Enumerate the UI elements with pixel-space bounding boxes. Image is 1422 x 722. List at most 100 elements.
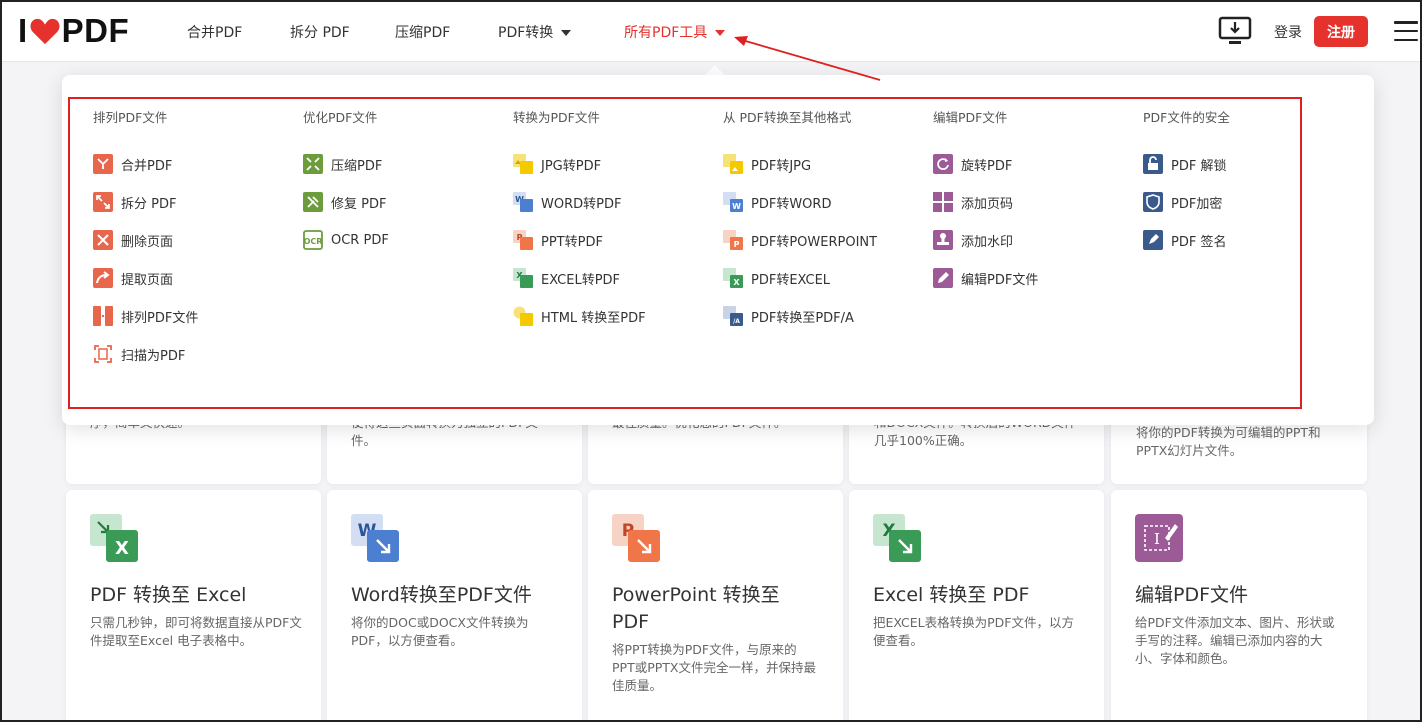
hamburger-menu-icon[interactable] [1394, 21, 1418, 41]
menu-item-sign-pdf[interactable]: PDF 签名 [1143, 218, 1230, 262]
pdf-to-jpg-icon [723, 154, 743, 174]
nav-convert-pdf[interactable]: PDF转换 [498, 22, 572, 42]
shield-icon [1143, 192, 1163, 212]
menu-item-label: PDF转EXCEL [751, 272, 831, 288]
top-header: I PDF 合并PDF 拆分 PDF 压缩PDF PDF转换 所有PDF工具 登… [0, 0, 1422, 62]
card-description: 将你的DOC或DOCX文件转换为PDF，以方便查看。 [351, 615, 529, 648]
svg-text:X: X [733, 278, 740, 287]
menu-item-label: PDF转换至PDF/A [751, 310, 854, 326]
excel-to-pdf-icon: X [873, 514, 921, 562]
column-heading: 从 PDF转换至其他格式 [723, 110, 852, 125]
menu-item-label: PDF 解锁 [1171, 158, 1227, 174]
svg-text:X: X [115, 538, 129, 559]
card-description: 把EXCEL表格转换为PDF文件，以方便查看。 [873, 615, 1074, 648]
jpg-to-pdf-icon [513, 154, 533, 174]
menu-item-label: PDF转JPG [751, 158, 812, 174]
word-icon: W [513, 192, 533, 212]
menu-item-label: 添加页码 [961, 196, 1014, 212]
menu-item-scan-to-pdf[interactable]: 扫描为PDF [93, 332, 198, 376]
menu-item-label: JPG转PDF [541, 158, 602, 174]
nav-split-pdf[interactable]: 拆分 PDF [290, 22, 350, 42]
ilovepdf-logo[interactable]: I PDF [18, 12, 130, 49]
nav-convert-label: PDF转换 [498, 25, 554, 41]
menu-item-label: WORD转PDF [541, 196, 622, 212]
svg-text:/A: /A [733, 318, 740, 325]
html-icon [513, 306, 533, 326]
heart-icon [30, 18, 60, 45]
sign-pen-icon [1143, 230, 1163, 250]
menu-item-html-to-pdf[interactable]: HTML 转换至PDF [513, 294, 646, 338]
column-heading: 编辑PDF文件 [933, 110, 1008, 125]
menu-item-label: PDF转WORD [751, 196, 832, 212]
login-link[interactable]: 登录 [1274, 22, 1302, 42]
annotation-arrow-icon [734, 36, 881, 81]
tool-card-word-to-pdf[interactable]: W Word转换至PDF文件 将你的DOC或DOCX文件转换为PDF，以方便查看… [327, 490, 582, 722]
tool-card-excel-to-pdf[interactable]: X Excel 转换至 PDF 把EXCEL表格转换为PDF文件，以方便查看。 [849, 490, 1104, 722]
organize-icon [93, 306, 113, 326]
menu-item-ocr-pdf[interactable]: OCR OCR PDF [303, 218, 389, 262]
chevron-down-icon [561, 30, 572, 36]
register-button[interactable]: 注册 [1314, 16, 1368, 47]
menu-item-label: 合并PDF [121, 158, 173, 174]
merge-icon [93, 154, 113, 174]
svg-text:P: P [734, 240, 740, 249]
card-title: PDF 转换至 Excel [90, 584, 247, 606]
pdf-to-word-icon: W [723, 192, 743, 212]
nav-compress-pdf[interactable]: 压缩PDF [395, 22, 450, 42]
extract-pages-icon [93, 268, 113, 288]
menu-item-label: OCR PDF [331, 232, 389, 248]
menu-item-label: HTML 转换至PDF [541, 310, 646, 326]
menu-column-convert-to-pdf: 转换为PDF文件 JPG转PDF W WORD转PDF P PPT转PDF X … [513, 108, 646, 338]
card-description: 给PDF文件添加文本、图片、形状或手写的注释。编辑已添加内容的大小、字体和颜色。 [1135, 615, 1335, 666]
menu-column-convert-from-pdf: 从 PDF转换至其他格式 PDF转JPG W PDF转WORD P PDF转PO… [723, 108, 877, 338]
menu-item-edit-pdf[interactable]: 编辑PDF文件 [933, 256, 1038, 300]
edit-pdf-icon: I [1135, 514, 1183, 562]
compress-icon [303, 154, 323, 174]
tool-card-pdf-to-excel[interactable]: X PDF 转换至 Excel 只需几秒钟，即可将数据直接从PDF文件提取至Ex… [66, 490, 321, 722]
tool-card-edit-pdf[interactable]: I 编辑PDF文件 给PDF文件添加文本、图片、形状或手写的注释。编辑已添加内容… [1111, 490, 1367, 722]
column-heading: 优化PDF文件 [303, 110, 378, 125]
delete-pages-icon [93, 230, 113, 250]
card-description: 只需几秒钟，即可将数据直接从PDF文件提取至Excel 电子表格中。 [90, 615, 302, 648]
menu-column-organize: 排列PDF文件 合并PDF 拆分 PDF 删除页面 提取页面 排列PDF文件 扫… [93, 108, 198, 376]
menu-column-optimize: 优化PDF文件 压缩PDF 修复 PDF OCR OCR PDF [303, 108, 389, 262]
scan-icon [94, 345, 112, 363]
card-description: 将PPT转换为PDF文件，与原来的PPT或PPTX文件完全一样，并保持最佳质量。 [612, 642, 816, 693]
edit-pencil-icon [933, 268, 953, 288]
watermark-stamp-icon [933, 230, 953, 250]
page-numbers-icon [933, 192, 953, 212]
logo-letter-i: I [18, 12, 28, 49]
menu-item-label: 删除页面 [121, 234, 174, 250]
menu-item-label: PDF 签名 [1171, 234, 1227, 250]
repair-icon [303, 192, 323, 212]
svg-text:OCR: OCR [304, 237, 323, 246]
pdf-to-pdfa-icon: /A [723, 306, 743, 326]
tool-card-ppt-to-pdf[interactable]: P PowerPoint 转换至PDF 将PPT转换为PDF文件，与原来的PPT… [588, 490, 843, 722]
menu-item-label: 修复 PDF [331, 196, 387, 212]
logo-letters-pdf: PDF [61, 12, 130, 49]
menu-item-label: 添加水印 [961, 234, 1014, 250]
word-to-pdf-icon: W [351, 514, 399, 562]
menu-item-label: 拆分 PDF [121, 196, 177, 212]
card-desc-partial-5: 将你的PDF转换为可编辑的PPT和PPTX幻灯片文件。 [1136, 425, 1321, 458]
desktop-download-icon[interactable] [1218, 16, 1252, 46]
card-title: Excel 转换至 PDF [873, 584, 1030, 606]
card-title: 编辑PDF文件 [1135, 584, 1249, 606]
menu-item-label: 提取页面 [121, 272, 174, 288]
nav-all-pdf-tools[interactable]: 所有PDF工具 [624, 22, 726, 42]
ocr-icon: OCR [303, 230, 323, 250]
unlock-icon [1143, 154, 1163, 174]
menu-item-label: PDF转POWERPOINT [751, 234, 878, 250]
menu-item-label: PDF加密 [1171, 196, 1223, 212]
pdf-to-excel-icon: X [90, 514, 138, 562]
menu-column-edit: 编辑PDF文件 旋转PDF 添加页码 添加水印 编辑PDF文件 [933, 108, 1038, 300]
chevron-down-icon [715, 30, 726, 36]
menu-item-pdf-to-pdfa[interactable]: /A PDF转换至PDF/A [723, 294, 877, 338]
pdf-to-ppt-icon: P [723, 230, 743, 250]
ppt-icon: P [513, 230, 533, 250]
column-heading: PDF文件的安全 [1143, 110, 1230, 125]
nav-merge-pdf[interactable]: 合并PDF [187, 22, 242, 42]
menu-item-label: PPT转PDF [541, 234, 603, 250]
split-icon [93, 192, 113, 212]
menu-item-label: 排列PDF文件 [121, 310, 199, 326]
